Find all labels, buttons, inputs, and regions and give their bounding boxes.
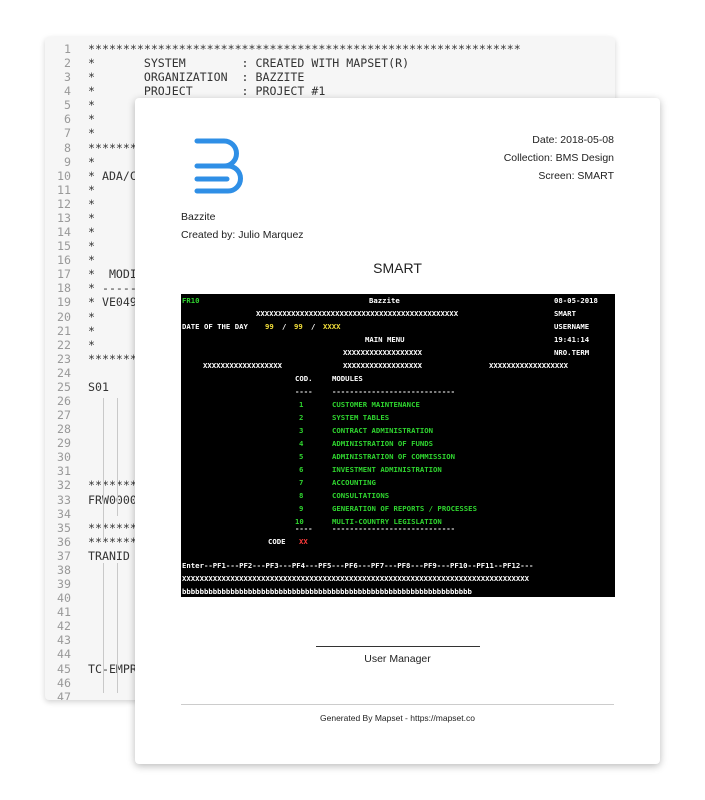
terminal-org: Bazzite <box>369 296 400 305</box>
terminal-month-value: 99 <box>294 322 303 331</box>
doc-organization: Bazzite <box>181 211 216 223</box>
terminal-username: USERNAME <box>554 322 590 331</box>
doc-collection: Collection: BMS Design <box>503 152 614 164</box>
code-guide-line <box>103 563 104 693</box>
menu-option-code: 3 <box>299 426 304 435</box>
code-guide-line <box>103 398 104 516</box>
terminal-screen: FR10 Bazzite 08-05-2018 XXXXXXXXXXXXXXXX… <box>181 294 615 597</box>
menu-option-label[interactable]: CONSULTATIONS <box>332 489 389 502</box>
menu-option-code: 7 <box>299 478 304 487</box>
terminal-code-input[interactable]: XX <box>299 535 308 548</box>
terminal-date: 08-05-2018 <box>554 296 598 305</box>
terminal-nro-term: NRO.TERM <box>554 348 590 357</box>
terminal-day-value: 99 <box>265 322 274 331</box>
menu-option-label[interactable]: SYSTEM TABLES <box>332 411 389 424</box>
terminal-blank-line: bbbbbbbbbbbbbbbbbbbbbbbbbbbbbbbbbbbbbbbb… <box>182 587 472 596</box>
terminal-pf-keys: Enter--PF1---PF2---PF3---PF4---PF5---PF6… <box>182 561 534 570</box>
terminal-left-placeholder: XXXXXXXXXXXXXXXXXX <box>203 361 283 370</box>
document-page: Date: 2018-05-08 Collection: BMS Design … <box>135 98 660 764</box>
terminal-divider: ---------------------------- <box>332 387 456 396</box>
menu-option-code: 6 <box>299 465 304 474</box>
code-guide-line <box>103 513 104 540</box>
menu-option-label[interactable]: ACCOUNTING <box>332 476 376 489</box>
menu-option-label[interactable]: GENERATION OF REPORTS / PROCESSES <box>332 502 477 515</box>
terminal-program-id: FR10 <box>182 296 200 305</box>
menu-option-code: 5 <box>299 452 304 461</box>
signature-label: User Manager <box>364 653 431 665</box>
terminal-screen-name: SMART <box>554 309 576 318</box>
terminal-mid-placeholder: XXXXXXXXXXXXXXXXXX <box>343 361 423 370</box>
doc-created-by: Created by: Julio Marquez <box>181 229 304 241</box>
menu-option-label[interactable]: CUSTOMER MAINTENANCE <box>332 398 420 411</box>
terminal-divider: ---- <box>295 524 313 533</box>
page-title: SMART <box>373 260 422 276</box>
document-author-info: Bazzite Created by: Julio Marquez <box>181 208 304 244</box>
line-number: 47 <box>57 689 71 700</box>
menu-option-code: 2 <box>299 413 304 422</box>
menu-option-code: 9 <box>299 504 304 513</box>
menu-option-label[interactable]: INVESTMENT ADMINISTRATION <box>332 463 442 476</box>
terminal-divider: ---- <box>295 387 313 396</box>
page-footer: Generated By Mapset - https://mapset.co <box>320 713 475 723</box>
terminal-date-label: DATE OF THE DAY <box>182 322 248 331</box>
terminal-title-placeholder: XXXXXXXXXXXXXXXXXXXXXXXXXXXXXXXXXXXXXXXX… <box>256 309 459 318</box>
code-guide-line <box>117 398 118 516</box>
terminal-code-label: CODE <box>268 537 286 546</box>
code-guide-line <box>117 563 118 693</box>
terminal-modules-header: MODULES <box>332 374 363 383</box>
terminal-cod-header: COD. <box>295 374 313 383</box>
document-meta: Date: 2018-05-08 Collection: BMS Design … <box>504 131 614 185</box>
terminal-message-placeholder: XXXXXXXXXXXXXXXXXXXXXXXXXXXXXXXXXXXXXXXX… <box>182 574 530 583</box>
terminal-menu-placeholder: XXXXXXXXXXXXXXXXXX <box>343 348 423 357</box>
doc-date: Date: 2018-05-08 <box>532 134 614 146</box>
terminal-main-menu-title: MAIN MENU <box>365 335 405 344</box>
menu-option-label[interactable]: ADMINISTRATION OF FUNDS <box>332 437 433 450</box>
footer-divider <box>181 704 614 705</box>
menu-option-label[interactable]: ADMINISTRATION OF COMMISSION <box>332 450 455 463</box>
terminal-date-separator: / <box>282 322 287 331</box>
bazzite-logo-icon <box>194 138 243 194</box>
signature-line <box>316 646 480 647</box>
terminal-date-separator: / <box>311 322 316 331</box>
terminal-year-value: XXXX <box>323 322 341 331</box>
menu-option-code: 8 <box>299 491 304 500</box>
menu-option-code: 1 <box>299 400 304 409</box>
terminal-divider: ---------------------------- <box>332 524 456 533</box>
terminal-time: 19:41:14 <box>554 335 590 344</box>
terminal-right-placeholder: XXXXXXXXXXXXXXXXXX <box>489 361 569 370</box>
menu-option-label[interactable]: CONTRACT ADMINISTRATION <box>332 424 433 437</box>
doc-screen: Screen: SMART <box>538 170 614 182</box>
menu-option-code: 4 <box>299 439 304 448</box>
